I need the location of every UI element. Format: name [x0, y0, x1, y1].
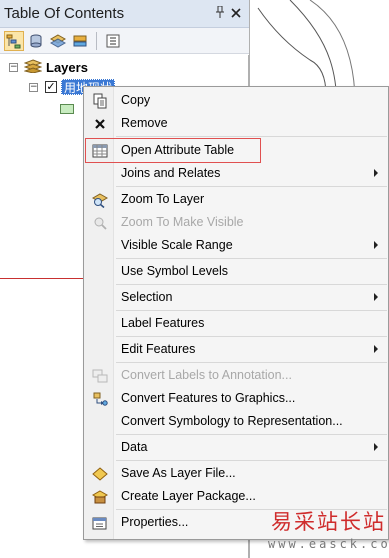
- menu-item-label: Edit Features: [121, 342, 196, 356]
- watermark-brand: 易采站长站: [271, 510, 386, 534]
- convert-labels-icon: [91, 367, 108, 384]
- menu-item-open-attribute-table[interactable]: Open Attribute Table: [85, 139, 388, 162]
- submenu-arrow-icon: [374, 241, 378, 249]
- menu-item-label: Save As Layer File...: [121, 466, 236, 480]
- remove-icon: [91, 115, 108, 132]
- pin-icon[interactable]: [215, 5, 227, 20]
- menu-item-edit-features[interactable]: Edit Features: [85, 338, 388, 361]
- menu-item-label: Open Attribute Table: [121, 143, 235, 157]
- menu-item-label: Convert Features to Graphics...: [121, 391, 296, 405]
- menu-item-label: Joins and Relates: [121, 166, 221, 180]
- menu-item-label-features[interactable]: Label Features: [85, 312, 388, 335]
- close-icon[interactable]: [231, 5, 243, 19]
- toolbar-separator: [96, 31, 97, 50]
- menu-item-label: Copy: [121, 93, 151, 107]
- convert-features-icon: [91, 390, 108, 407]
- menu-item-label: Data: [121, 440, 148, 454]
- menu-separator: [116, 186, 387, 187]
- menu-item-remove[interactable]: Remove: [85, 112, 388, 135]
- menu-item-convert-symbology-to-representation[interactable]: Convert Symbology to Representation...: [85, 410, 388, 433]
- copy-icon: [91, 92, 108, 109]
- menu-item-label: Label Features: [121, 316, 205, 330]
- menu-separator: [116, 460, 387, 461]
- menu-item-data[interactable]: Data: [85, 436, 388, 459]
- toc-title: Table Of Contents: [4, 5, 125, 22]
- menu-separator: [116, 258, 387, 259]
- legend-swatch[interactable]: [60, 104, 74, 114]
- table-icon: [91, 142, 108, 159]
- menu-item-label: Convert Symbology to Representation...: [121, 414, 343, 428]
- menu-item-label: Use Symbol Levels: [121, 264, 228, 278]
- list-by-selection-icon[interactable]: [70, 31, 90, 51]
- tree-row-legend[interactable]: [60, 100, 74, 118]
- menu-item-zoom-to-make-visible[interactable]: Zoom To Make Visible: [85, 211, 388, 234]
- menu-item-label: Properties...: [121, 515, 189, 529]
- zoom-visible-icon: [91, 214, 108, 231]
- menu-separator: [116, 336, 387, 337]
- submenu-arrow-icon: [374, 443, 378, 451]
- collapse-layers-icon[interactable]: −: [9, 62, 18, 72]
- menu-item-joins-and-relates[interactable]: Joins and Relates: [85, 162, 388, 185]
- menu-item-label: Zoom To Make Visible: [121, 215, 244, 229]
- tree-row-layers[interactable]: − Layers: [9, 58, 88, 76]
- menu-separator: [116, 310, 387, 311]
- collapse-layer-icon[interactable]: −: [29, 82, 38, 92]
- menu-item-convert-features-to-graphics[interactable]: Convert Features to Graphics...: [85, 387, 388, 410]
- properties-icon: [91, 514, 108, 531]
- menu-separator: [116, 284, 387, 285]
- menu-item-label: Visible Scale Range: [121, 238, 233, 252]
- menu-item-label: Remove: [121, 116, 168, 130]
- menu-item-use-symbol-levels[interactable]: Use Symbol Levels: [85, 260, 388, 283]
- layer-visibility-checkbox[interactable]: ✓: [45, 81, 57, 93]
- menu-separator: [116, 434, 387, 435]
- zoom-to-layer-icon: [91, 191, 108, 208]
- toc-title-bar[interactable]: Table Of Contents: [0, 0, 249, 28]
- submenu-arrow-icon: [374, 169, 378, 177]
- menu-item-selection[interactable]: Selection: [85, 286, 388, 309]
- list-by-source-icon[interactable]: [26, 31, 46, 51]
- menu-item-copy[interactable]: Copy: [85, 89, 388, 112]
- menu-item-label: Selection: [121, 290, 173, 304]
- menu-item-label: Convert Labels to Annotation...: [121, 368, 292, 382]
- layer-package-icon: [91, 488, 108, 505]
- layers-frame-icon: [23, 58, 43, 76]
- list-by-drawing-order-icon[interactable]: [4, 30, 24, 51]
- menu-item-label: Create Layer Package...: [121, 489, 256, 503]
- list-by-visibility-icon[interactable]: [48, 31, 68, 51]
- submenu-arrow-icon: [374, 345, 378, 353]
- menu-item-visible-scale-range[interactable]: Visible Scale Range: [85, 234, 388, 257]
- menu-item-zoom-to-layer[interactable]: Zoom To Layer: [85, 188, 388, 211]
- menu-separator: [116, 362, 387, 363]
- menu-item-create-layer-package[interactable]: Create Layer Package...: [85, 485, 388, 508]
- menu-item-label: Zoom To Layer: [121, 192, 205, 206]
- watermark-url: www.easck.com: [268, 537, 389, 551]
- menu-item-convert-labels-to-annotation[interactable]: Convert Labels to Annotation...: [85, 364, 388, 387]
- menu-item-save-as-layer-file[interactable]: Save As Layer File...: [85, 462, 388, 485]
- toc-toolbar: [0, 28, 249, 54]
- submenu-arrow-icon: [374, 293, 378, 301]
- menu-separator: [116, 136, 387, 137]
- layer-context-menu: Copy Remove Open Attribute Table Joins a…: [83, 86, 389, 540]
- options-icon[interactable]: [103, 31, 123, 51]
- layer-file-icon: [91, 465, 108, 482]
- layers-label: Layers: [46, 59, 88, 75]
